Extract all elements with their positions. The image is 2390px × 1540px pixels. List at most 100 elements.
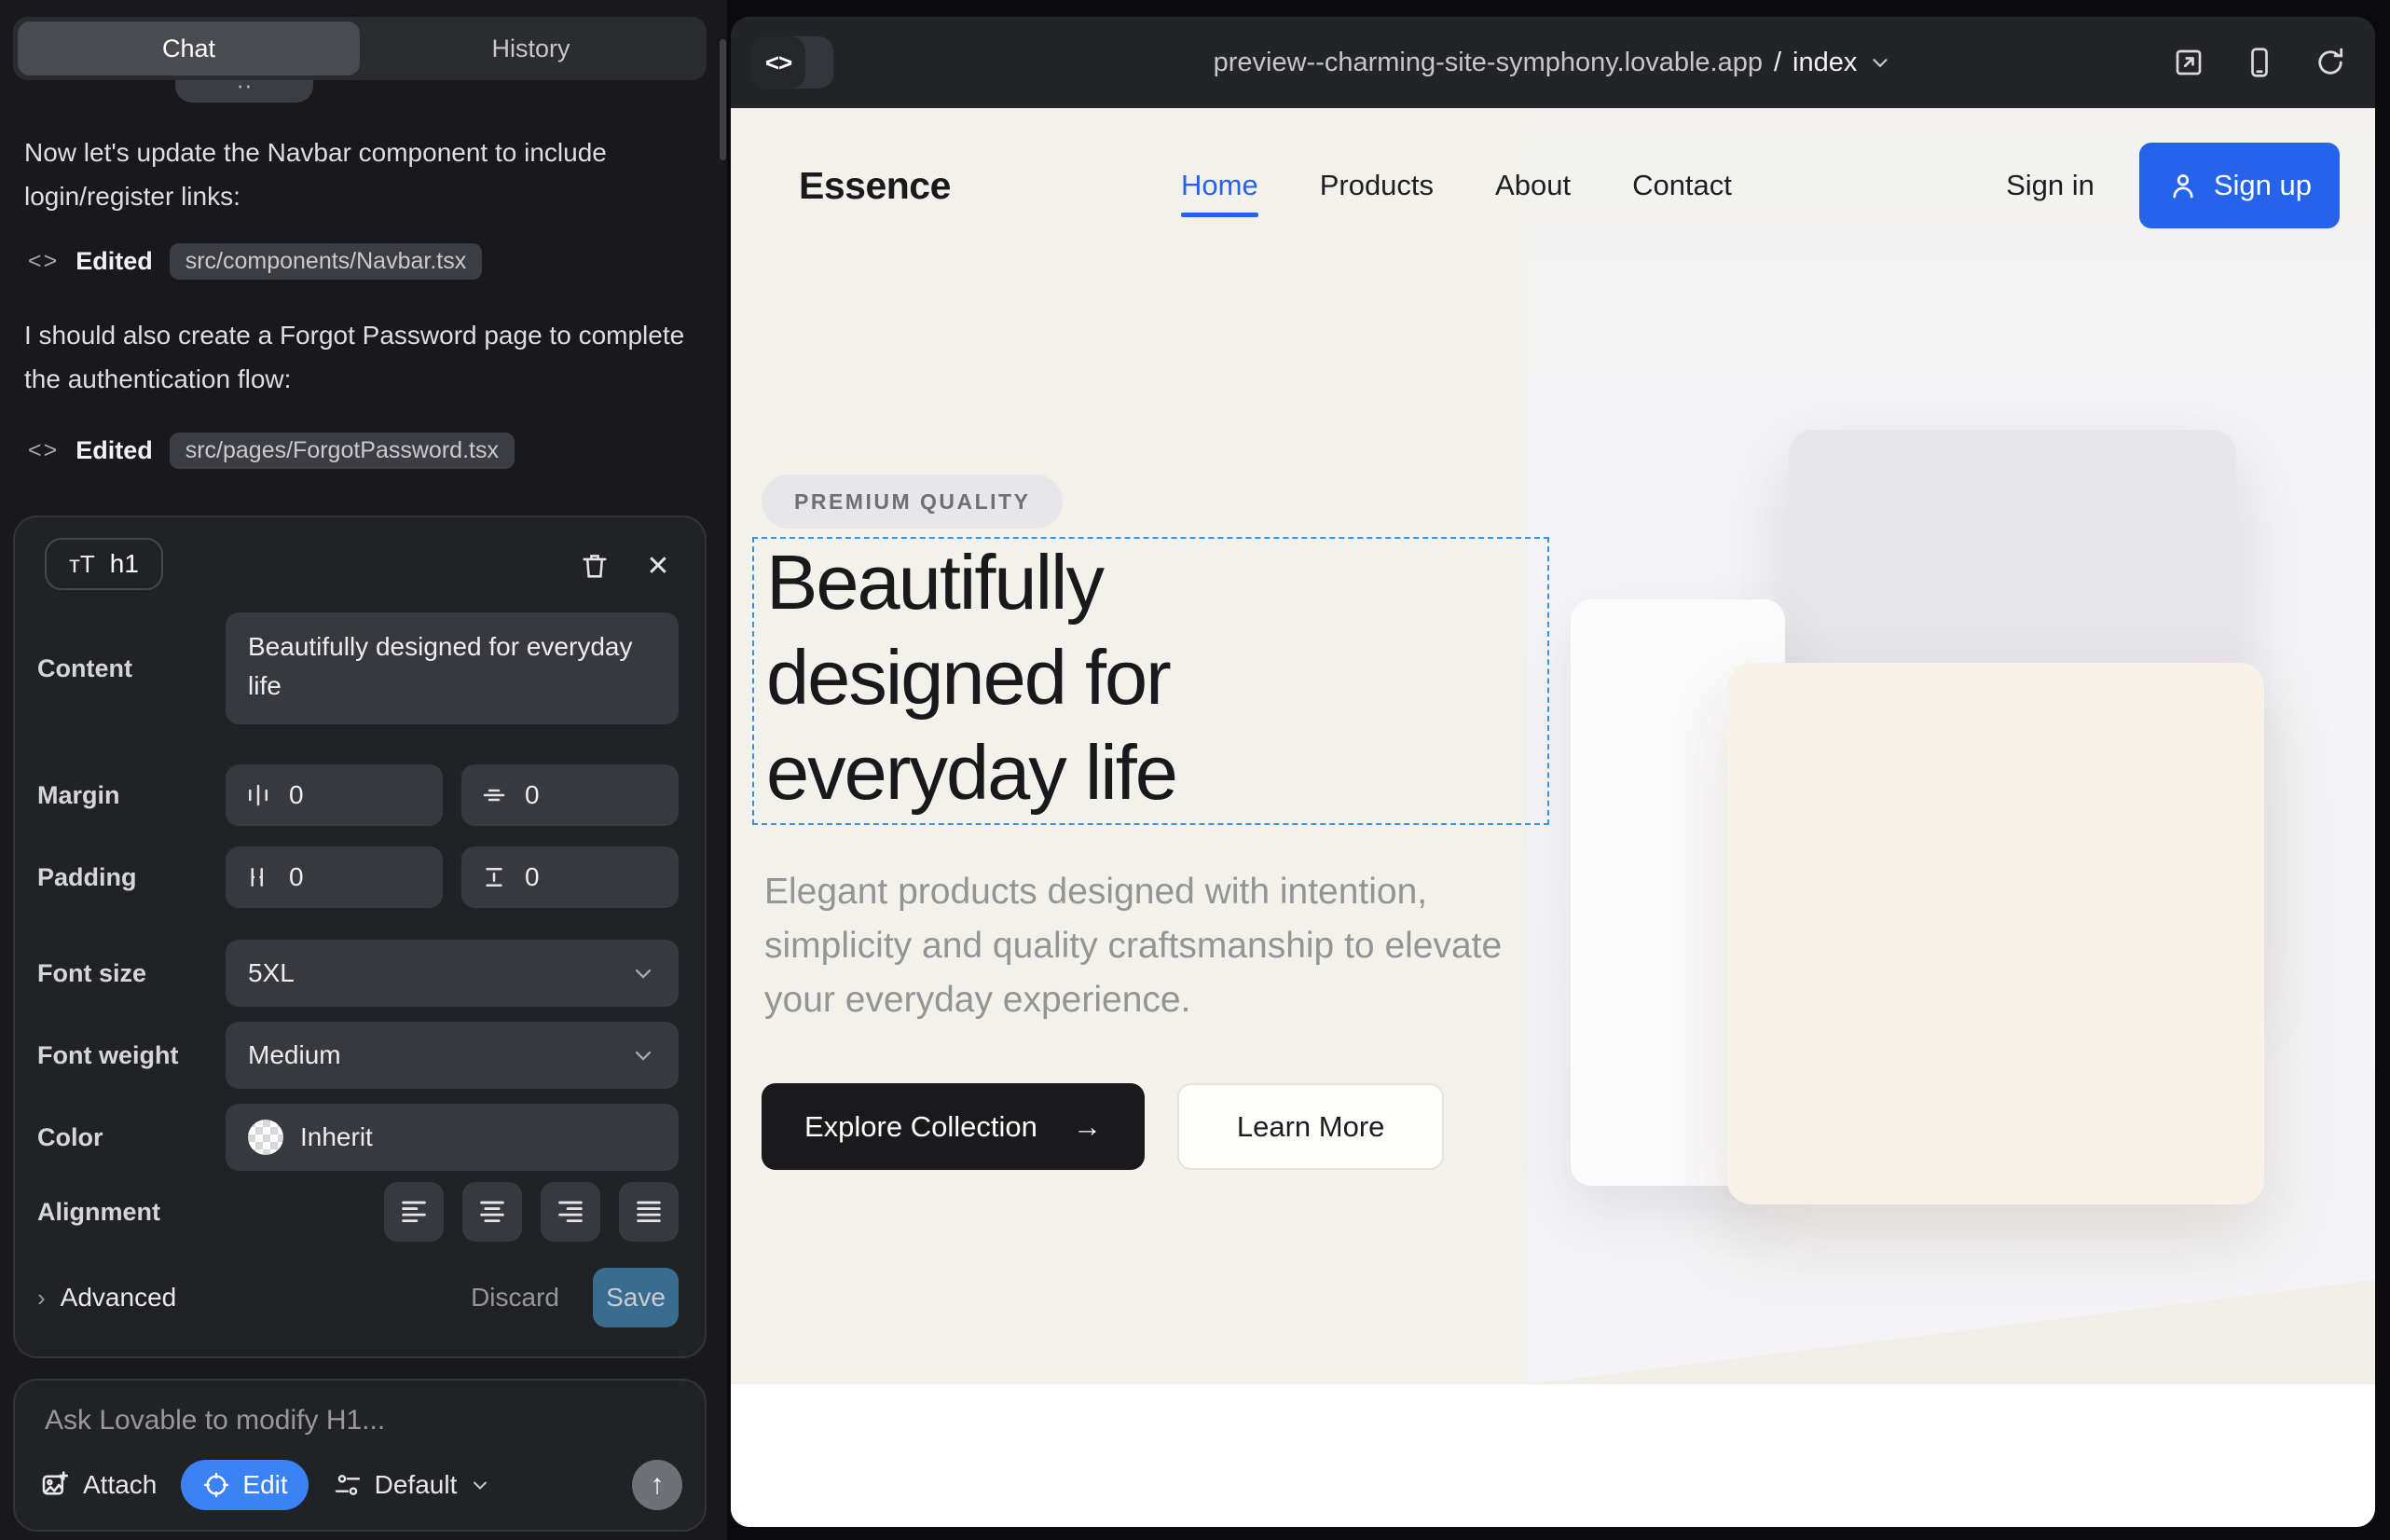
mode-label: Default: [375, 1470, 458, 1500]
color-select[interactable]: Inherit: [226, 1104, 679, 1171]
edit-mode-button[interactable]: Edit: [181, 1460, 308, 1510]
color-label: Color: [37, 1123, 226, 1152]
mobile-preview-button[interactable]: [2243, 46, 2276, 79]
site-logo[interactable]: Essence: [799, 164, 951, 208]
advanced-label: Advanced: [61, 1283, 177, 1313]
padding-x-input[interactable]: 0: [226, 846, 443, 908]
explore-collection-button[interactable]: Explore Collection →: [762, 1083, 1145, 1170]
learn-more-label: Learn More: [1237, 1110, 1385, 1144]
assistant-message: I should also create a Forgot Password p…: [24, 313, 688, 401]
arrow-up-icon: ↑: [651, 1469, 665, 1501]
font-weight-select[interactable]: Medium: [226, 1022, 679, 1089]
hero-cta-group: Explore Collection → Learn More: [762, 1083, 1444, 1170]
padding-x-value: 0: [289, 862, 304, 892]
sign-up-label: Sign up: [2214, 169, 2312, 202]
sliders-icon: [333, 1470, 363, 1500]
chevron-down-icon: [1868, 50, 1892, 75]
text-icon: тT: [69, 550, 95, 579]
browser-chrome: <> preview--charming-site-symphony.lovab…: [731, 17, 2375, 108]
discard-button[interactable]: Discard: [471, 1283, 559, 1313]
nav-links: Home Products About Contact: [1181, 108, 1732, 263]
font-weight-row: Font weight Medium: [37, 1022, 679, 1089]
element-tag: h1: [110, 549, 139, 579]
refresh-icon: [2314, 46, 2347, 79]
padding-horizontal-icon: [244, 863, 272, 891]
transparency-swatch-icon: [248, 1120, 283, 1155]
hero-heading[interactable]: Beautifully designed for everyday life: [766, 535, 1344, 820]
content-textarea[interactable]: Beautifully designed for everyday life: [226, 612, 679, 724]
margin-y-input[interactable]: 0: [461, 764, 679, 826]
delete-element-button[interactable]: [574, 545, 615, 586]
padding-label: Padding: [37, 863, 226, 892]
close-editor-button[interactable]: ✕: [638, 545, 679, 586]
padding-row: Padding 0 0: [37, 846, 679, 908]
edited-file-row: <> Edited src/components/Navbar.tsx: [28, 241, 482, 282]
browser-actions: [2172, 17, 2347, 108]
tab-history[interactable]: History: [360, 21, 702, 76]
align-justify-icon: [633, 1196, 665, 1228]
preview-browser: <> preview--charming-site-symphony.lovab…: [731, 17, 2375, 1527]
selected-h1-outline[interactable]: Beautifully designed for everyday life: [752, 537, 1549, 825]
composer-toolbar: Attach Edit Default ↑: [39, 1459, 682, 1511]
decorative-card-beige: [1727, 663, 2264, 1204]
chat-panel: Chat History ·· Now let's update the Nav…: [0, 0, 727, 1540]
mode-select[interactable]: Default: [333, 1470, 492, 1500]
file-chip-forgot-password[interactable]: src/pages/ForgotPassword.tsx: [170, 433, 515, 469]
align-center-icon: [476, 1196, 508, 1228]
nav-link-about[interactable]: About: [1495, 169, 1571, 202]
save-button[interactable]: Save: [593, 1268, 679, 1327]
align-right-button[interactable]: [541, 1182, 600, 1242]
sign-up-button[interactable]: Sign up: [2139, 143, 2340, 228]
padding-vertical-icon: [480, 863, 508, 891]
send-button[interactable]: ↑: [632, 1460, 682, 1510]
url-bar[interactable]: preview--charming-site-symphony.lovable.…: [731, 17, 2375, 108]
align-justify-button[interactable]: [619, 1182, 679, 1242]
assistant-message: Now let's update the Navbar component to…: [24, 131, 688, 218]
chat-scrollbar[interactable]: [720, 39, 726, 160]
edited-label: Edited: [76, 436, 153, 465]
align-center-button[interactable]: [462, 1182, 522, 1242]
alignment-row: Alignment: [37, 1182, 679, 1242]
nav-link-products[interactable]: Products: [1320, 169, 1434, 202]
learn-more-button[interactable]: Learn More: [1177, 1083, 1445, 1170]
color-value: Inherit: [300, 1122, 656, 1152]
alignment-label: Alignment: [37, 1198, 226, 1227]
file-chip-navbar[interactable]: src/components/Navbar.tsx: [170, 243, 483, 280]
align-left-icon: [398, 1196, 430, 1228]
sign-in-link[interactable]: Sign in: [2006, 169, 2095, 202]
content-label: Content: [37, 654, 226, 683]
font-size-select[interactable]: 5XL: [226, 940, 679, 1007]
selected-element-pill[interactable]: тT h1: [45, 538, 163, 590]
scrolled-message-peek: ··: [175, 80, 313, 103]
nav-link-contact[interactable]: Contact: [1632, 169, 1732, 202]
explore-collection-label: Explore Collection: [804, 1110, 1037, 1144]
margin-horizontal-icon: [244, 781, 272, 809]
advanced-toggle[interactable]: › Advanced: [37, 1283, 176, 1313]
content-row: Content Beautifully designed for everyda…: [37, 612, 679, 724]
user-icon: [2167, 170, 2199, 201]
align-left-button[interactable]: [384, 1182, 444, 1242]
next-section: [731, 1384, 2375, 1527]
attach-image-icon: [39, 1469, 71, 1501]
padding-y-value: 0: [525, 862, 540, 892]
hero-badge: PREMIUM QUALITY: [762, 474, 1063, 529]
url-host: preview--charming-site-symphony.lovable.…: [1214, 48, 1763, 78]
chevron-down-icon: [469, 1474, 491, 1496]
padding-y-input[interactable]: 0: [461, 846, 679, 908]
edited-label: Edited: [76, 247, 153, 276]
chevron-down-icon: [630, 960, 656, 986]
margin-x-input[interactable]: 0: [226, 764, 443, 826]
edit-label: Edit: [242, 1470, 287, 1500]
margin-vertical-icon: [480, 781, 508, 809]
composer-input[interactable]: Ask Lovable to modify H1...: [45, 1405, 385, 1437]
refresh-button[interactable]: [2314, 46, 2347, 79]
attach-button[interactable]: Attach: [39, 1469, 157, 1501]
editor-footer: › Advanced Discard Save: [37, 1266, 679, 1329]
nav-link-home[interactable]: Home: [1181, 169, 1258, 202]
font-size-row: Font size 5XL: [37, 940, 679, 1007]
site-navbar: Essence Home Products About Contact Sign…: [731, 108, 2375, 263]
trash-icon: [579, 550, 611, 582]
margin-row: Margin 0 0: [37, 764, 679, 826]
tab-chat[interactable]: Chat: [18, 21, 360, 76]
open-external-button[interactable]: [2172, 46, 2205, 79]
